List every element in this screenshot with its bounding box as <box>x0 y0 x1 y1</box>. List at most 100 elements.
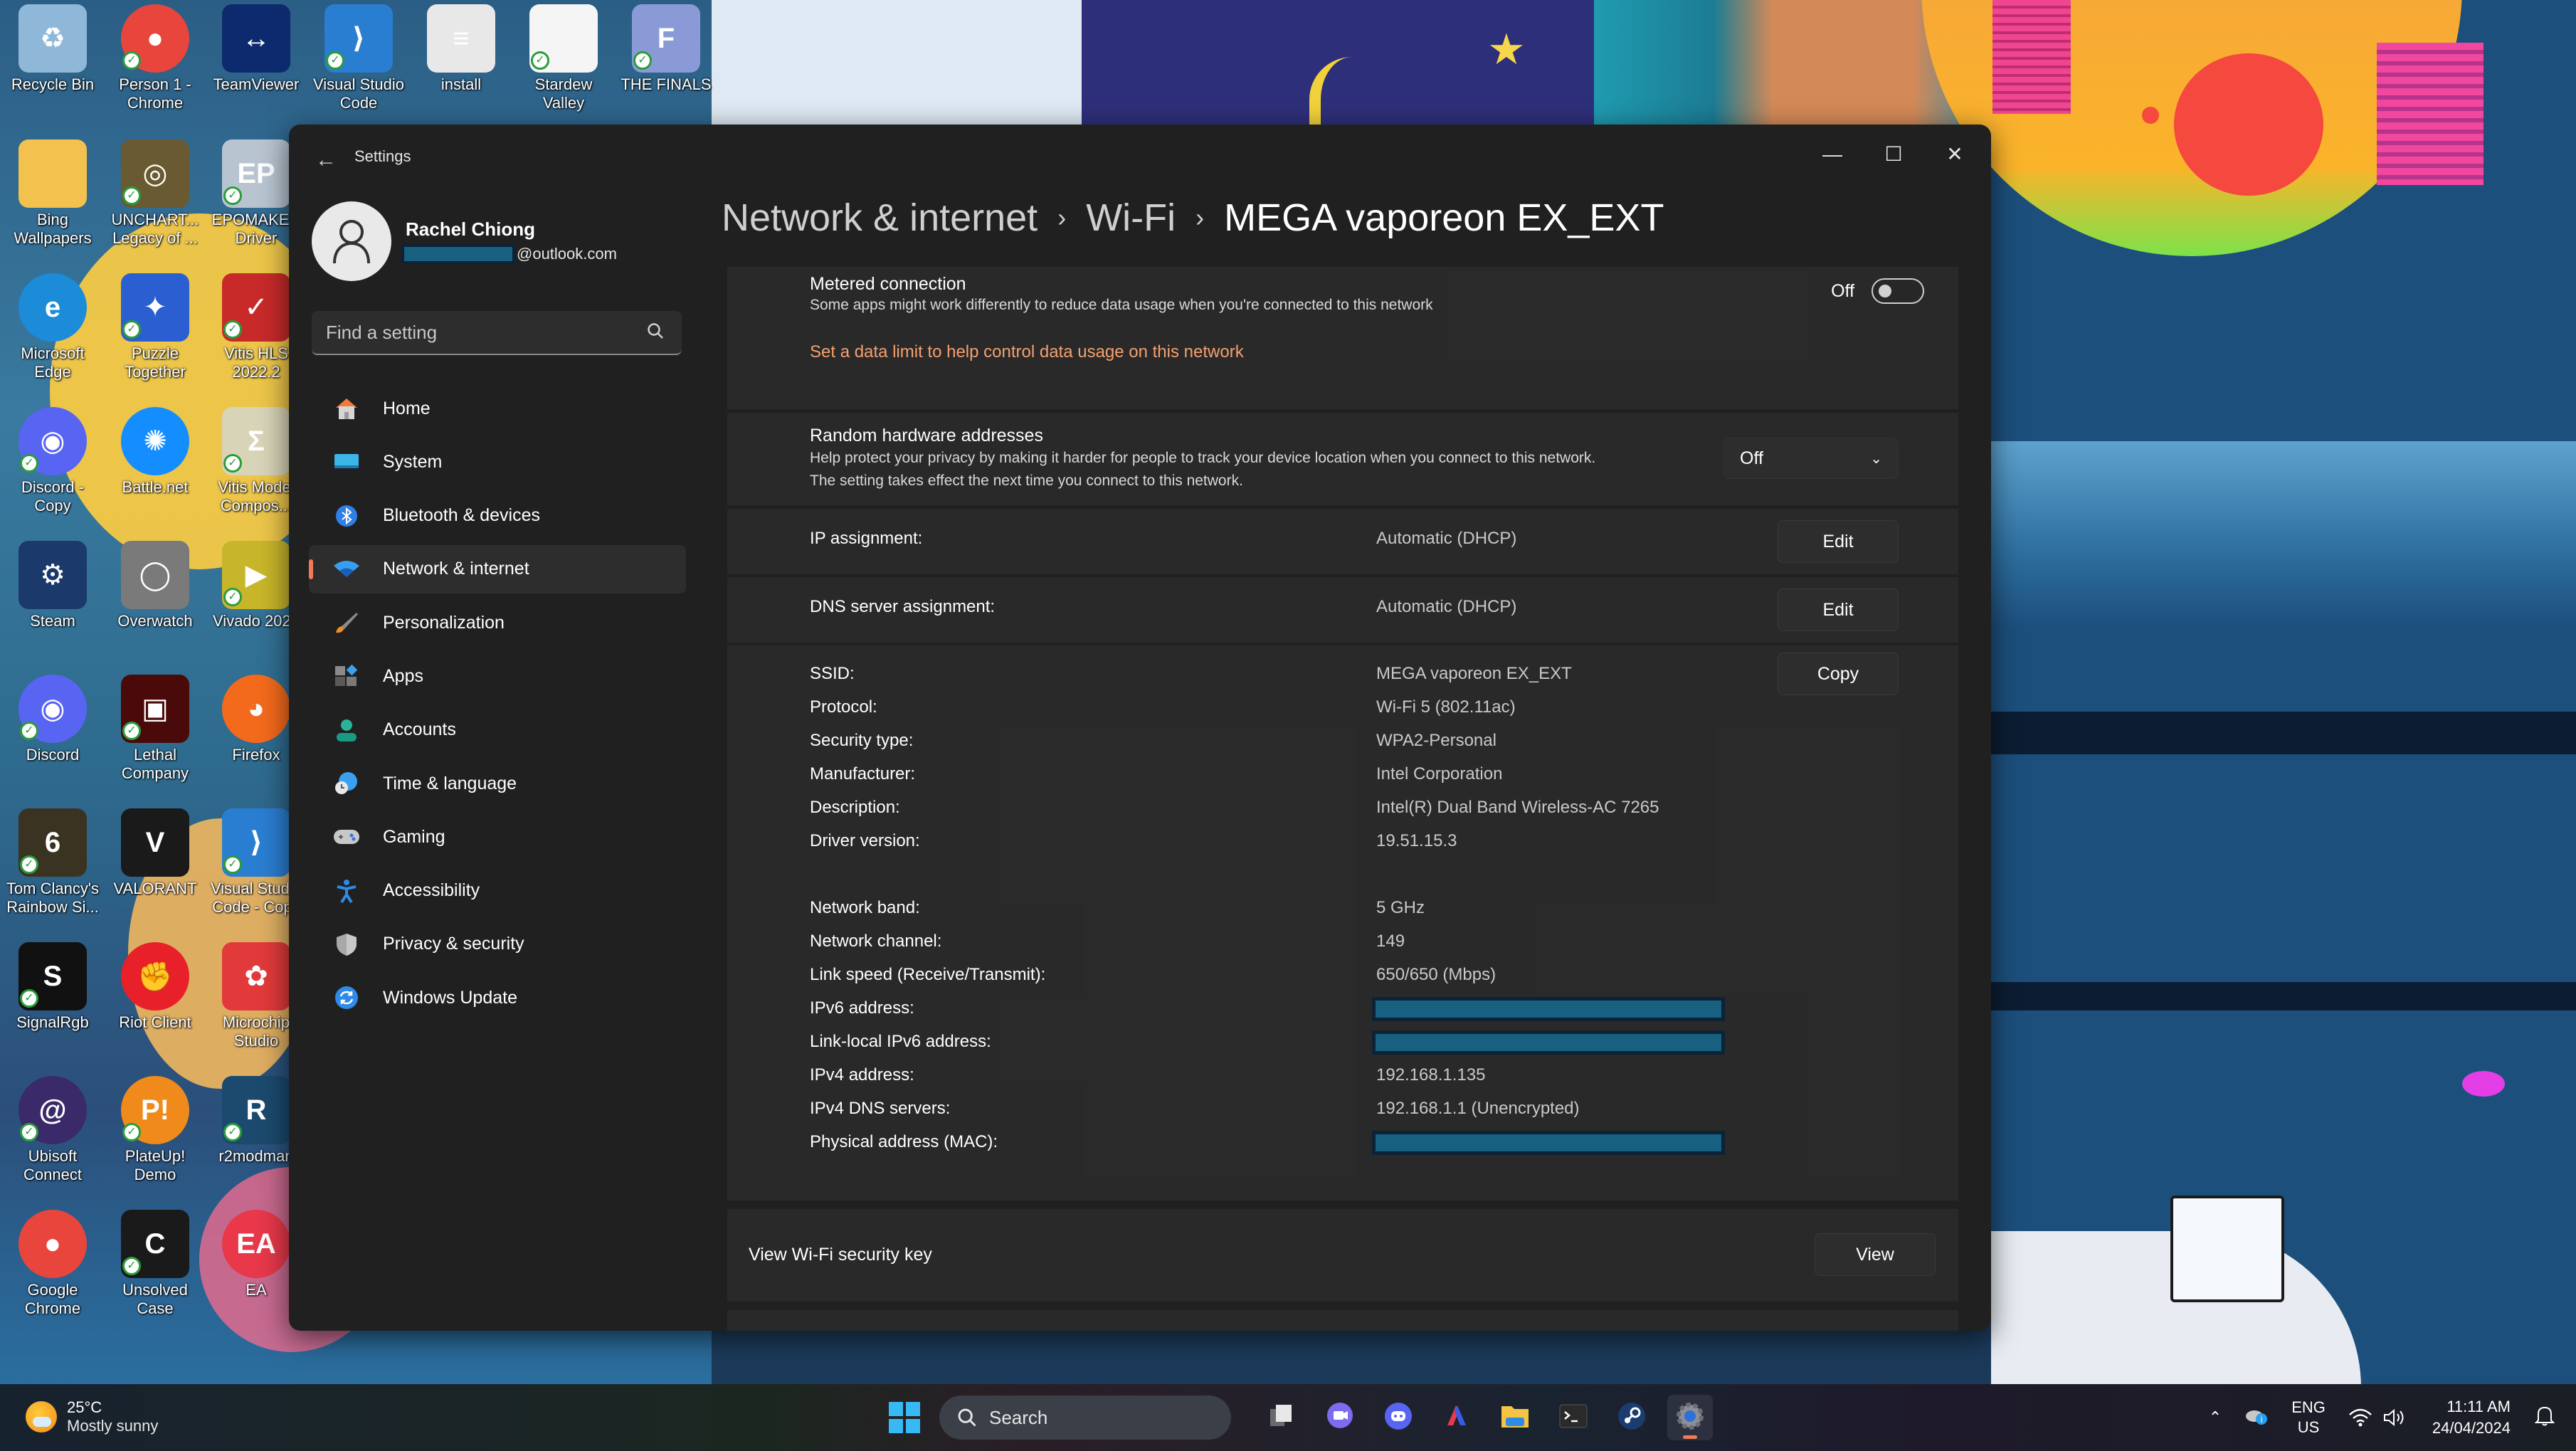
desktop-icon[interactable]: F ✓ THE FINALS <box>616 4 716 94</box>
icon-glyph: ◯ <box>139 559 171 591</box>
desktop-icon[interactable]: ◉ ✓ Discord - Copy <box>3 407 102 515</box>
language-code: ENG <box>2291 1398 2326 1416</box>
apps-icon <box>333 663 360 690</box>
taskbar-app-button[interactable] <box>1259 1395 1304 1440</box>
weather-widget[interactable]: 25°C Mostly sunny <box>26 1398 158 1435</box>
sidebar-item-apps[interactable]: Apps <box>309 652 686 700</box>
user-icon <box>333 220 370 264</box>
volume-icon <box>2383 1408 2404 1427</box>
desktop-icon[interactable]: ⚙ Steam <box>3 541 102 630</box>
random-hw-desc-1: Help protect your privacy by making it h… <box>810 450 1596 466</box>
icon-glyph: C <box>144 1228 166 1260</box>
desktop-icon[interactable]: ▣ ✓ Lethal Company <box>105 675 205 783</box>
onedrive-icon[interactable]: i <box>2244 1405 2269 1430</box>
taskbar-app-button[interactable] <box>1667 1395 1713 1440</box>
desktop-icon[interactable]: ◎ ✓ UNCHART... Legacy of ... <box>105 139 205 248</box>
desktop-icon[interactable]: e Microsoft Edge <box>3 273 102 381</box>
app-title: Settings <box>354 147 411 165</box>
desktop-icon[interactable]: ↔ TeamViewer <box>206 4 306 94</box>
desktop-icon-label: PlateUp! Demo <box>125 1147 186 1183</box>
search-input[interactable] <box>326 321 646 344</box>
close-button[interactable]: ✕ <box>1924 133 1985 176</box>
desktop-icon[interactable]: ✓ Stardew Valley <box>514 4 613 112</box>
icon-glyph: R <box>246 1094 267 1126</box>
desktop-icon[interactable]: ◯ Overwatch <box>105 541 205 630</box>
dns-edit-button[interactable]: Edit <box>1778 589 1899 631</box>
riot-client-icon: ✊ <box>121 942 189 1011</box>
minimize-button[interactable]: — <box>1802 133 1863 176</box>
taskbar-app-button[interactable] <box>1434 1395 1479 1440</box>
taskbar-app-button[interactable] <box>1609 1395 1654 1440</box>
taskbar-app-button[interactable] <box>1492 1395 1538 1440</box>
network-status-button[interactable] <box>2348 1408 2408 1428</box>
language-indicator[interactable]: ENG US <box>2291 1398 2326 1437</box>
breadcrumb: Network & internet › Wi-Fi › MEGA vapore… <box>722 196 1664 240</box>
redacted-value <box>1372 997 1725 1021</box>
vivado-icon: ▶ ✓ <box>222 541 290 609</box>
desktop-icon[interactable]: P! ✓ PlateUp! Demo <box>105 1076 205 1184</box>
sidebar-item-label: Accessibility <box>383 880 480 901</box>
back-button[interactable]: ← <box>310 144 342 176</box>
search-icon[interactable] <box>646 322 667 343</box>
sidebar-item-home[interactable]: Home <box>309 384 686 433</box>
property-value: 650/650 (Mbps) <box>1376 965 1496 984</box>
sidebar-item-label: Time & language <box>383 773 517 793</box>
desktop-icon[interactable]: ● ✓ Person 1 - Chrome <box>105 4 205 112</box>
desktop-icon[interactable]: ♻ Recycle Bin <box>3 4 102 94</box>
sync-status-icon: ✓ <box>223 588 242 606</box>
sidebar-item-accessibility[interactable]: Accessibility <box>309 867 686 915</box>
metered-toggle[interactable] <box>1872 278 1924 304</box>
property-label: Manufacturer: <box>810 764 916 783</box>
sidebar-item-time-language[interactable]: Time & language <box>309 759 686 808</box>
sidebar-item-personalization[interactable]: Personalization <box>309 598 686 647</box>
sidebar-item-system[interactable]: System <box>309 438 686 486</box>
desktop-icon[interactable]: S ✓ SignalRgb <box>3 942 102 1032</box>
desktop-icon[interactable]: V VALORANT <box>105 808 205 898</box>
random-hw-dropdown[interactable]: Off ⌄ <box>1724 438 1899 479</box>
view-key-button[interactable]: View <box>1815 1233 1936 1276</box>
desktop-icon[interactable]: ◉ ✓ Discord <box>3 675 102 764</box>
taskbar-app-button[interactable] <box>1317 1395 1363 1440</box>
start-button[interactable] <box>882 1395 927 1440</box>
sidebar-item-accounts[interactable]: Accounts <box>309 706 686 754</box>
show-hidden-icons-button[interactable]: ⌃ <box>2209 1408 2222 1427</box>
desktop-icon[interactable]: ≡ install <box>411 4 511 94</box>
content-pane: Metered connection Some apps might work … <box>727 267 1958 1331</box>
taskbar-app-button[interactable] <box>1551 1395 1596 1440</box>
sync-status-icon: ✓ <box>20 454 38 473</box>
ip-edit-button[interactable]: Edit <box>1778 520 1899 563</box>
clock[interactable]: 11:11 AM 24/04/2024 <box>2432 1396 2511 1439</box>
breadcrumb-wifi[interactable]: Wi-Fi <box>1086 196 1176 240</box>
desktop-icon[interactable]: ✊ Riot Client <box>105 942 205 1032</box>
sidebar-item-network-internet[interactable]: Network & internet <box>309 544 686 593</box>
desktop-icon[interactable]: C ✓ Unsolved Case <box>105 1210 205 1318</box>
sidebar-item-label: Home <box>383 398 431 418</box>
avatar[interactable] <box>312 201 391 281</box>
sidebar-item-windows-update[interactable]: Windows Update <box>309 974 686 1022</box>
maximize-button[interactable]: ☐ <box>1863 133 1924 176</box>
desktop-icon[interactable]: Bing Wallpapers <box>3 139 102 248</box>
taskbar-search[interactable]: Search <box>939 1395 1231 1440</box>
set-data-limit-link[interactable]: Set a data limit to help control data us… <box>810 342 1244 362</box>
desktop-icon[interactable]: ✦ ✓ Puzzle Together <box>105 273 205 381</box>
desktop-icon[interactable]: ● Google Chrome <box>3 1210 102 1318</box>
taskbar-app-button[interactable] <box>1376 1395 1421 1440</box>
maximize-icon: ☐ <box>1884 143 1903 165</box>
desktop-icon[interactable]: 6 ✓ Tom Clancy's Rainbow Si... <box>3 808 102 917</box>
desktop-icon[interactable]: @ ✓ Ubisoft Connect <box>3 1076 102 1184</box>
desktop-icon-label: SignalRgb <box>16 1013 89 1031</box>
sidebar-item-label: Windows Update <box>383 987 517 1008</box>
sync-status-icon: ✓ <box>223 855 242 874</box>
desktop-icon[interactable]: ✺ Battle.net <box>105 407 205 497</box>
copy-button[interactable]: Copy <box>1778 653 1899 695</box>
taskbar-search-label: Search <box>989 1406 1048 1428</box>
notifications-button[interactable] <box>2534 1405 2555 1430</box>
sidebar-item-privacy-security[interactable]: Privacy & security <box>309 920 686 969</box>
sidebar-item-bluetooth-devices[interactable]: Bluetooth & devices <box>309 492 686 540</box>
sidebar-item-gaming[interactable]: Gaming <box>309 813 686 861</box>
desktop-icon[interactable]: ⟩ ✓ Visual Studio Code <box>309 4 408 112</box>
home-icon <box>333 395 360 422</box>
breadcrumb-network[interactable]: Network & internet <box>722 196 1038 240</box>
wifi-status-icon <box>2349 1408 2372 1427</box>
folder-icon <box>19 139 87 208</box>
